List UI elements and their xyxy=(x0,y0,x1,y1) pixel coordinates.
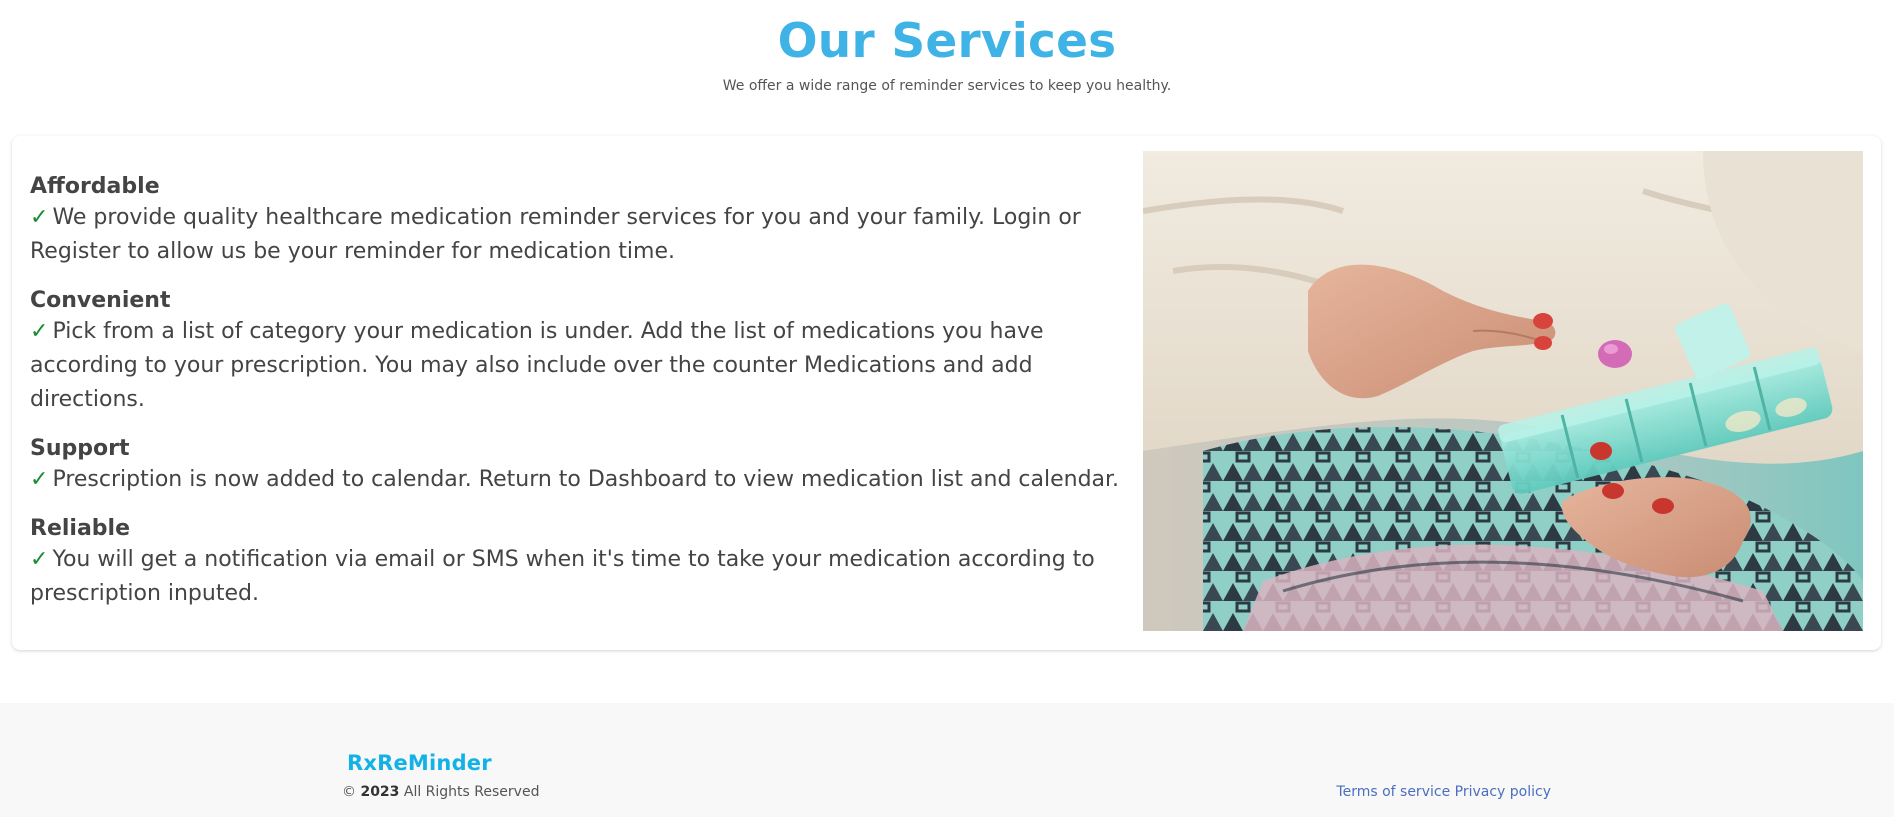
copyright-text: © 2023 All Rights Reserved xyxy=(342,784,539,800)
copyright-year: 2023 xyxy=(360,784,400,800)
feature-text: You will get a notification via email or… xyxy=(30,547,1095,606)
feature-item: Reliable ✓ You will get a notification vi… xyxy=(30,514,1140,611)
feature-title: Affordable xyxy=(30,174,160,199)
feature-text: We provide quality healthcare medication… xyxy=(30,205,1081,264)
check-icon: ✓ xyxy=(30,319,49,344)
feature-list: Affordable ✓ We provide quality healthcar… xyxy=(30,172,1140,628)
check-icon: ✓ xyxy=(30,547,49,572)
brand-logo[interactable]: RxReMinder xyxy=(347,751,492,775)
pill-organizer-illustration xyxy=(1143,151,1863,631)
check-icon: ✓ xyxy=(30,467,49,492)
rights-text: All Rights Reserved xyxy=(403,784,540,800)
feature-item: Convenient ✓ Pick from a list of category… xyxy=(30,286,1140,417)
privacy-policy-link[interactable]: Privacy policy xyxy=(1455,784,1551,800)
terms-of-service-link[interactable]: Terms of service xyxy=(1336,784,1450,800)
page-title: Our Services xyxy=(777,14,1117,69)
feature-title: Convenient xyxy=(30,288,171,313)
services-card: Affordable ✓ We provide quality healthcar… xyxy=(12,136,1881,650)
feature-text: Pick from a list of category your medica… xyxy=(30,319,1044,412)
pill-organizer-photo xyxy=(1143,151,1863,631)
feature-description: ✓ Prescription is now added to calendar. … xyxy=(30,463,1140,497)
feature-title: Reliable xyxy=(30,516,130,541)
feature-description: ✓ Pick from a list of category your medic… xyxy=(30,315,1140,417)
feature-item: Support ✓ Prescription is now added to ca… xyxy=(30,434,1140,497)
check-icon: ✓ xyxy=(30,205,49,230)
site-footer: RxReMinder © 2023 All Rights Reserved Te… xyxy=(0,703,1894,817)
page-subtitle: We offer a wide range of reminder servic… xyxy=(722,78,1172,94)
feature-title: Support xyxy=(30,436,130,461)
feature-item: Affordable ✓ We provide quality healthcar… xyxy=(30,172,1140,269)
footer-links: Terms of service Privacy policy xyxy=(1336,784,1551,800)
feature-text: Prescription is now added to calendar. R… xyxy=(52,467,1120,492)
copyright-symbol: © xyxy=(342,784,356,800)
feature-description: ✓ We provide quality healthcare medicatio… xyxy=(30,201,1140,269)
feature-description: ✓ You will get a notification via email o… xyxy=(30,543,1140,611)
